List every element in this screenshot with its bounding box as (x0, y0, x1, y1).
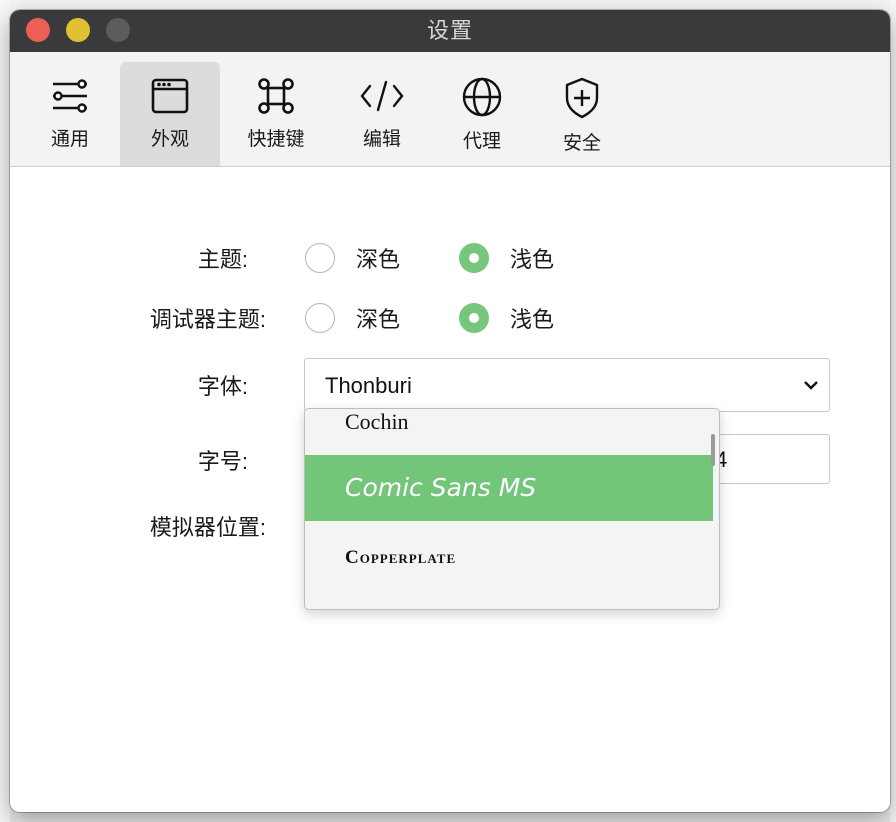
font-label: 字体: (197, 374, 248, 399)
background-window-left (0, 0, 10, 822)
minimize-window-button[interactable] (66, 18, 90, 42)
background-window-right (890, 0, 896, 822)
settings-toolbar: 通用 外观 快捷键 编辑 代理 安全 (10, 52, 890, 167)
font-option-cochin[interactable]: Cochin (305, 409, 713, 453)
debugger-theme-light-radio[interactable] (459, 303, 489, 333)
theme-dark-label[interactable]: 深色 (356, 242, 400, 274)
font-option-comic-sans[interactable]: Comic Sans MS (305, 455, 713, 521)
maximize-window-button[interactable] (106, 18, 130, 42)
debugger-theme-dark-radio[interactable] (305, 303, 335, 333)
appearance-panel: 主题: 深色 浅色 调试器主题: 深色 浅色 字体: Thonburi 字号: … (10, 167, 890, 812)
title-bar: 设置 (10, 10, 890, 52)
tab-shortcuts-label: 快捷键 (247, 129, 305, 150)
debugger-theme-dark-label[interactable]: 深色 (356, 302, 400, 334)
settings-window: 设置 通用 外观 快捷键 编辑 代理 安全 主题: 深色 浅色 调试器主题: 深… (10, 10, 890, 812)
debugger-theme-light-label[interactable]: 浅色 (510, 302, 554, 334)
tab-appearance-label: 外观 (150, 129, 189, 150)
tab-appearance[interactable]: 外观 (120, 62, 220, 166)
tab-proxy-label: 代理 (462, 131, 501, 152)
debugger-theme-label: 调试器主题: (149, 307, 266, 332)
font-option-label: Cochin (345, 409, 409, 434)
tab-security[interactable]: 安全 (532, 62, 632, 166)
theme-label: 主题: (197, 247, 248, 272)
font-option-label: Copperplate (345, 547, 457, 568)
tab-editor-label: 编辑 (362, 129, 401, 150)
tab-shortcuts[interactable]: 快捷键 (226, 62, 326, 166)
globe-icon (462, 77, 502, 117)
tab-security-label: 安全 (562, 133, 601, 154)
sliders-icon (53, 79, 87, 113)
font-select[interactable]: Thonburi (304, 358, 830, 412)
tab-general-label: 通用 (50, 129, 89, 150)
shield-plus-icon (565, 77, 599, 119)
theme-light-label[interactable]: 浅色 (510, 242, 554, 274)
close-window-button[interactable] (26, 18, 50, 42)
font-option-copperplate[interactable]: Copperplate (305, 521, 713, 591)
window-title: 设置 (426, 18, 473, 43)
font-option-label: Comic Sans MS (345, 473, 537, 502)
theme-dark-radio[interactable] (305, 243, 335, 273)
dropdown-scrollbar[interactable] (711, 434, 715, 466)
simulator-position-label: 模拟器位置: (149, 515, 266, 540)
window-icon (151, 78, 189, 114)
font-select-value: Thonburi (325, 373, 412, 398)
chevron-down-icon (804, 381, 818, 390)
theme-light-radio[interactable] (459, 243, 489, 273)
font-size-label: 字号: (197, 449, 248, 474)
font-size-input[interactable]: 4 (710, 434, 830, 484)
tab-general[interactable]: 通用 (20, 62, 120, 166)
command-key-icon (258, 78, 294, 114)
font-dropdown-list[interactable]: Cochin Comic Sans MS Copperplate (304, 408, 720, 610)
tab-proxy[interactable]: 代理 (432, 62, 532, 166)
tab-editor[interactable]: 编辑 (332, 62, 432, 166)
code-icon (360, 80, 404, 112)
